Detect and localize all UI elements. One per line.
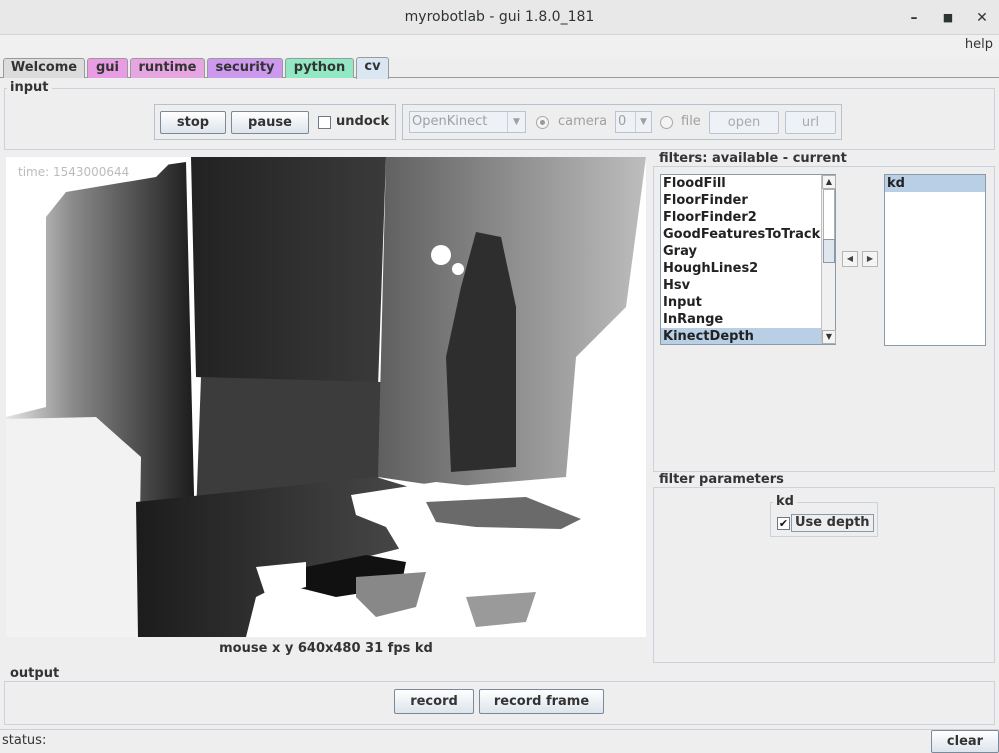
available-filter-item[interactable]: KinectDepth [661,328,835,344]
available-filter-item[interactable]: GoodFeaturesToTrack [661,226,835,243]
current-filters-list[interactable]: kd [884,174,986,346]
file-radio[interactable] [660,116,673,129]
available-filter-item[interactable]: Gray [661,243,835,260]
available-filter-item[interactable]: HoughLines2 [661,260,835,277]
tab-cv[interactable]: cv [356,57,389,79]
available-filter-item[interactable]: FloodFill [661,175,835,192]
record-frame-button[interactable]: record frame [479,689,604,714]
use-depth-label[interactable]: Use depth [791,514,874,532]
tab-security[interactable]: security [207,58,283,78]
status-label: status: [2,733,47,748]
use-depth-checkbox[interactable]: ✔ [777,517,790,530]
scroll-down-icon[interactable]: ▼ [822,330,836,344]
available-filter-item[interactable]: Hsv [661,277,835,294]
video-overlay-text: time: 1543000644 [18,165,130,179]
kd-parameter-title: kd [773,495,797,509]
input-group-title: input [7,81,52,95]
file-label: file [681,114,701,129]
available-filters-scrollbar[interactable]: ▲ ▼ [821,175,836,344]
clear-button[interactable]: clear [931,730,999,753]
pause-button[interactable]: pause [231,111,309,134]
chevron-down-icon: ▼ [635,112,651,132]
chevron-down-icon: ▼ [507,112,525,132]
minimize-icon[interactable]: – [904,8,924,28]
camera-radio[interactable] [536,116,549,129]
available-filter-item[interactable]: InRange [661,311,835,328]
window-title: myrobotlab - gui 1.8.0_181 [404,9,595,25]
move-right-icon[interactable]: ▶ [862,251,878,267]
grabber-select-value: OpenKinect [412,114,488,129]
camera-radio-dot [540,120,545,125]
url-button[interactable]: url [785,111,836,134]
output-group-title: output [7,667,63,681]
menu-bar: help [0,35,999,57]
close-icon[interactable]: ✕ [972,8,992,28]
record-button[interactable]: record [394,689,474,714]
available-filter-item[interactable]: FloorFinder2 [661,209,835,226]
filters-group-title: filters: available - current [656,152,850,166]
camera-index-value: 0 [618,114,627,129]
current-filters-items: kd [885,175,985,192]
move-left-icon[interactable]: ◀ [842,251,858,267]
available-filters-list[interactable]: FloodFill FloorFinder FloorFinder2 GoodFeat… [660,174,836,345]
video-display[interactable]: time: 1543000644 [6,157,646,637]
depth-image [6,157,646,637]
tab-runtime[interactable]: runtime [130,58,205,78]
help-menu[interactable]: help [965,37,993,52]
tab-python[interactable]: python [285,58,354,78]
maximize-icon[interactable]: ■ [938,8,958,28]
available-filters-items: FloodFill FloorFinder FloorFinder2 GoodFeat… [661,175,835,344]
available-filter-item[interactable]: Input [661,294,835,311]
video-status: mouse x y 640x480 31 fps kd [219,641,433,656]
undock-checkbox[interactable] [318,116,331,129]
filter-parameters-title: filter parameters [656,473,787,487]
tab-welcome[interactable]: Welcome [3,58,85,78]
camera-index-select[interactable]: 0 ▼ [615,111,652,133]
scroll-up-icon[interactable]: ▲ [822,175,836,189]
available-filter-item[interactable]: FloorFinder [661,192,835,209]
undock-label: undock [336,114,390,129]
status-bar: status: clear [0,729,999,753]
tab-gui[interactable]: gui [87,58,128,78]
scrollbar-thumb[interactable] [823,239,835,263]
stop-button[interactable]: stop [160,111,226,134]
current-filter-item[interactable]: kd [885,175,985,192]
camera-label: camera [558,114,608,129]
grabber-select[interactable]: OpenKinect ▼ [409,111,526,133]
open-button[interactable]: open [709,111,779,134]
